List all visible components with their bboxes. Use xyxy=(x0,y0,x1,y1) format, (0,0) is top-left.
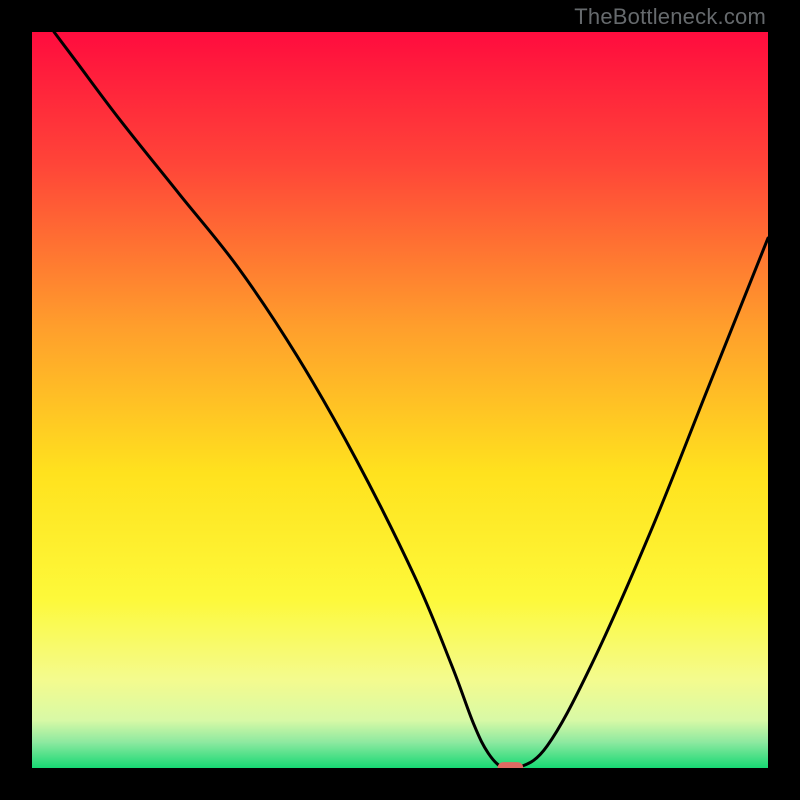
optimal-point-marker xyxy=(498,762,524,768)
curve-layer xyxy=(32,32,768,768)
chart-frame: TheBottleneck.com xyxy=(0,0,800,800)
bottleneck-curve xyxy=(54,32,768,768)
watermark-text: TheBottleneck.com xyxy=(574,4,766,30)
plot-area xyxy=(32,32,768,768)
